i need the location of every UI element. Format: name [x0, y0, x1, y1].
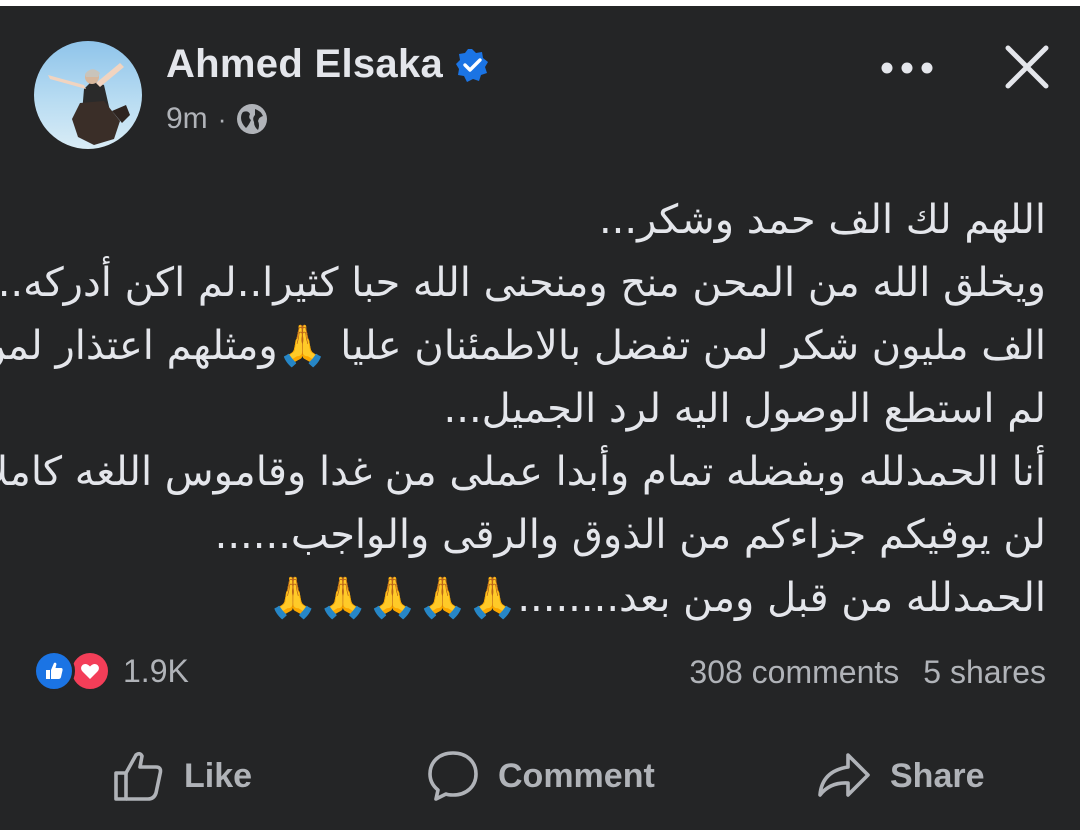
action-bar: Like Comment Share	[0, 746, 1080, 806]
like-label: Like	[184, 756, 253, 795]
verified-badge-icon	[455, 48, 489, 82]
comment-icon	[428, 751, 478, 801]
post-line: ويخلق الله من المحن منح ومنحنى الله حبا …	[0, 260, 1046, 306]
post-line: لم استطع الوصول اليه لرد الجميل...	[443, 386, 1046, 432]
post-line: الف مليون شكر لمن تفضل بالاطمئنان عليا 🙏…	[0, 323, 1046, 369]
like-reaction-icon	[33, 650, 75, 692]
comments-count[interactable]: 308 comments	[689, 654, 899, 691]
meta-separator: ·	[217, 103, 227, 134]
more-options-icon[interactable]	[874, 46, 940, 90]
share-label: Share	[890, 756, 985, 795]
post-text: اللهم لك الف حمد وشكر... ويخلق الله من ا…	[0, 189, 1046, 630]
post-line: الحمدلله من قبل ومن بعد........🙏🙏🙏🙏🙏	[268, 575, 1046, 621]
reactions-summary[interactable]: 1.9K	[33, 650, 189, 692]
thumbs-up-icon	[114, 751, 163, 801]
reaction-count: 1.9K	[123, 652, 189, 689]
post-line: لن يوفيكم جزاءكم من الذوق والرقى والواجب…	[214, 512, 1046, 558]
post-line: اللهم لك الف حمد وشكر...	[598, 197, 1046, 243]
love-reaction-icon	[69, 650, 111, 692]
post-meta: 9m ·	[166, 102, 268, 136]
globe-icon	[236, 103, 268, 135]
close-icon[interactable]	[996, 36, 1058, 98]
post-time[interactable]: 9m	[166, 102, 208, 136]
post-line: أنا الحمدلله وبفضله تمام وأبدا عملى من غ…	[0, 449, 1046, 495]
share-button[interactable]: Share	[816, 746, 985, 806]
post-card: Ahmed Elsaka 9m · اللهم لك الف حمد وشكر.…	[0, 6, 1080, 830]
shares-count[interactable]: 5 shares	[923, 654, 1046, 691]
author-row: Ahmed Elsaka	[166, 42, 489, 87]
share-icon	[818, 753, 870, 797]
comment-label: Comment	[498, 756, 655, 795]
comment-button[interactable]: Comment	[426, 746, 655, 806]
author-name[interactable]: Ahmed Elsaka	[166, 42, 443, 87]
post-stats: 308 comments 5 shares	[689, 654, 1046, 691]
like-button[interactable]: Like	[112, 746, 252, 806]
avatar[interactable]	[34, 41, 142, 149]
